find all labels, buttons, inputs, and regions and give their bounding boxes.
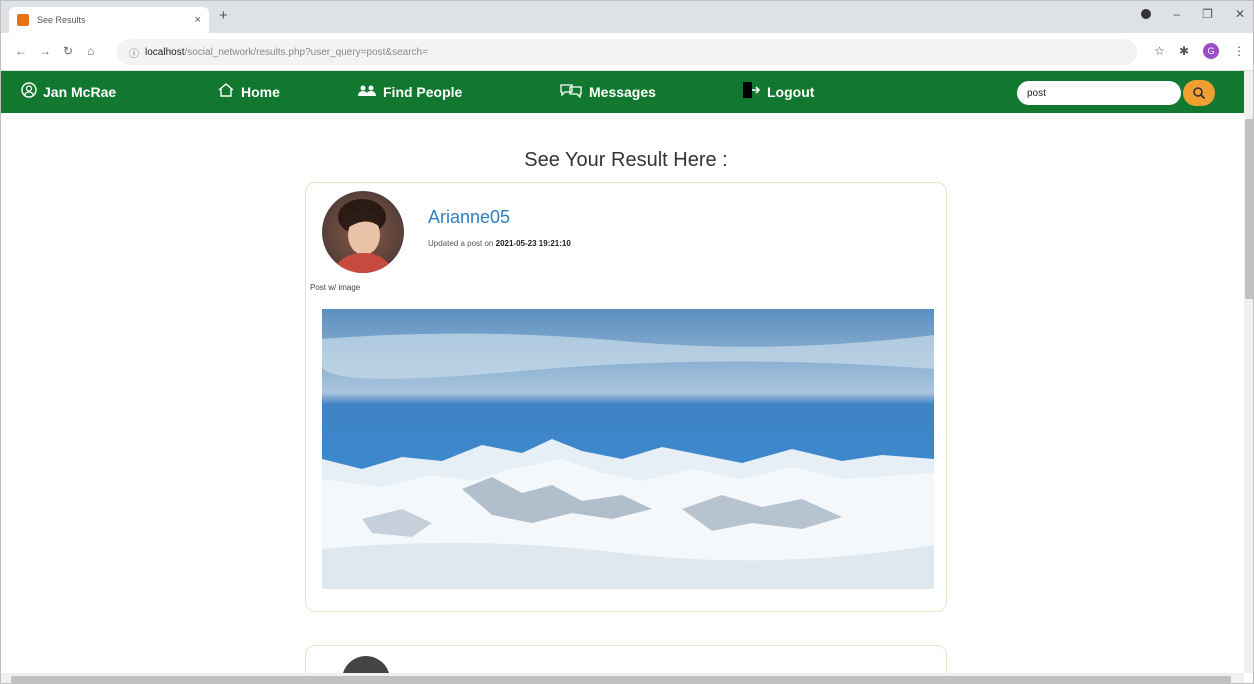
post-meta-prefix: Updated a post on xyxy=(428,239,494,248)
nav-logout[interactable]: Logout xyxy=(741,71,814,113)
forward-icon[interactable]: → xyxy=(39,44,51,58)
search-button[interactable] xyxy=(1183,80,1215,106)
nav-messages[interactable]: Messages xyxy=(559,71,656,113)
users-icon xyxy=(357,82,377,103)
post-avatar[interactable] xyxy=(342,656,390,673)
bookmark-star-icon[interactable]: ☆ xyxy=(1154,44,1165,58)
url-host: localhost xyxy=(145,46,185,58)
menu-dots-icon[interactable]: ⋮ xyxy=(1233,44,1245,58)
vertical-scroll-thumb[interactable] xyxy=(1245,119,1253,299)
user-circle-icon xyxy=(21,81,37,103)
nav-find-people-label: Find People xyxy=(383,84,463,100)
post-username[interactable]: Arianne05 xyxy=(428,207,510,228)
browser-window: See Results × + – ❐ ✕ ← → ↻ ⌂ ⓘ localhos… xyxy=(0,0,1254,684)
close-tab-icon[interactable]: × xyxy=(195,14,201,26)
minimize-icon[interactable]: – xyxy=(1173,7,1180,21)
tab-bar: See Results × + – ❐ ✕ xyxy=(1,1,1253,33)
profile-avatar[interactable]: G xyxy=(1203,43,1219,59)
chat-bubbles-icon xyxy=(559,82,583,103)
nav-home[interactable]: Home xyxy=(217,71,280,113)
tab-title: See Results xyxy=(37,15,86,25)
logout-door-icon xyxy=(741,81,761,104)
search-icon xyxy=(1193,87,1206,100)
post-meta: Updated a post on 2021-05-23 19:21:10 xyxy=(428,239,571,248)
nav-home-label: Home xyxy=(241,84,280,100)
vertical-scrollbar[interactable] xyxy=(1244,71,1253,673)
post-card: Arianne05 Updated a post on 2021-05-23 1… xyxy=(305,182,947,612)
main-content: See Your Result Here : Arianne05 Updated… xyxy=(1,113,1244,673)
search-form xyxy=(1017,80,1217,106)
url-field[interactable]: ⓘ localhost /social_network/results.php?… xyxy=(117,39,1137,65)
post-text: Post w/ image xyxy=(310,283,361,292)
post-image xyxy=(322,309,934,589)
profile-indicator-icon[interactable] xyxy=(1141,9,1152,19)
post-avatar[interactable] xyxy=(322,191,404,273)
search-input[interactable] xyxy=(1017,81,1181,105)
maximize-icon[interactable]: ❐ xyxy=(1202,7,1213,21)
browser-tab[interactable]: See Results × xyxy=(9,7,209,33)
nav-profile[interactable]: Jan McRae xyxy=(21,71,116,113)
post-card xyxy=(305,645,947,673)
address-bar: ← → ↻ ⌂ ⓘ localhost /social_network/resu… xyxy=(1,33,1253,71)
close-window-icon[interactable]: ✕ xyxy=(1235,7,1245,21)
horizontal-scroll-thumb[interactable] xyxy=(11,676,1231,683)
nav-find-people[interactable]: Find People xyxy=(357,71,462,113)
nav-logout-label: Logout xyxy=(767,84,815,100)
site-favicon-icon xyxy=(17,14,29,26)
back-icon[interactable]: ← xyxy=(15,44,27,58)
nav-messages-label: Messages xyxy=(589,84,656,100)
site-navbar: Jan McRae Home Find People Messages Logo… xyxy=(1,71,1244,113)
horizontal-scrollbar[interactable] xyxy=(1,673,1244,683)
post-date: 2021-05-23 19:21:10 xyxy=(495,239,571,248)
reload-icon[interactable]: ↻ xyxy=(63,44,73,58)
window-controls: – ❐ ✕ xyxy=(1141,7,1245,21)
site-info-icon[interactable]: ⓘ xyxy=(129,45,139,60)
nav-profile-label: Jan McRae xyxy=(43,84,117,100)
home-outline-icon xyxy=(217,82,235,103)
page-title: See Your Result Here : xyxy=(524,149,728,171)
new-tab-icon[interactable]: + xyxy=(219,7,228,24)
toolbar-actions: ☆ ✱ G ⋮ xyxy=(1154,43,1245,59)
home-icon[interactable]: ⌂ xyxy=(87,44,94,58)
extensions-icon[interactable]: ✱ xyxy=(1179,44,1189,58)
url-path: /social_network/results.php?user_query=p… xyxy=(184,46,428,58)
